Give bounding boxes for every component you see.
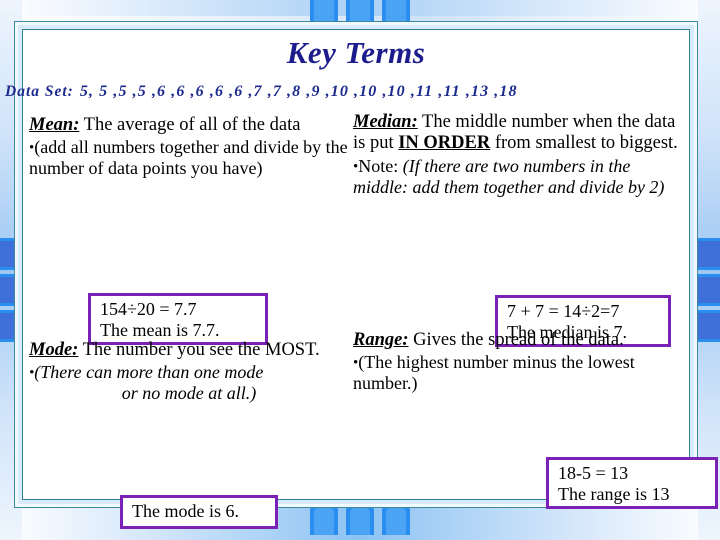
median-block: Median: The middle number when the data … — [353, 112, 689, 198]
range-term-name: Range: — [353, 330, 409, 350]
mean-answer-line1: 154÷20 = 7.7 — [100, 299, 197, 319]
range-definition: Gives the spread of the data. — [413, 330, 624, 350]
mean-heading: Mean: The average of all of the data — [29, 115, 349, 136]
mode-bullet-line2: or no mode at all.) — [121, 383, 257, 404]
median-term-name: Median: — [353, 112, 418, 132]
range-block: Range: Gives the spread of the data. •(T… — [353, 330, 689, 394]
mean-definition: The average of all of the data — [83, 115, 301, 135]
mode-bullet-text1: (There can more than one mode — [34, 362, 264, 383]
mode-answer-box: The mode is 6. — [120, 495, 278, 529]
mean-block: Mean: The average of all of the data •(a… — [29, 115, 349, 179]
mean-answer-line2: The mean is 7.7. — [100, 320, 220, 341]
data-set-label: Data Set: — [5, 83, 74, 100]
data-set-values: 5, 5 ,5 ,5 ,6 ,6 ,6 ,6 ,6 ,7 ,7 ,8 ,9 ,1… — [79, 83, 518, 100]
mode-definition: The number you see the MOST. — [82, 340, 320, 360]
top-edge-gradient — [0, 0, 720, 16]
median-bullet: •Note: (If there are two numbers in the … — [353, 156, 689, 198]
mode-block: Mode: The number you see the MOST. •(The… — [29, 340, 349, 404]
mean-bullet-text: (add all numbers together and divide by … — [29, 137, 348, 179]
median-bullet-text: (If there are two numbers in the middle:… — [353, 155, 665, 197]
median-definition-part2: from smallest to biggest. — [490, 133, 678, 154]
median-heading: Median: The middle number when the data … — [353, 112, 689, 155]
mean-answer-box: 154÷20 = 7.7 The mean is 7.7. — [88, 293, 268, 345]
range-bullet: •(The highest number minus the lowest nu… — [353, 352, 689, 394]
page-title: Key Terms — [286, 35, 426, 70]
mode-bullet-line1: •(There can more than one mode — [29, 362, 349, 383]
median-definition-emphasis: IN ORDER — [398, 133, 491, 154]
mode-heading: Mode: The number you see the MOST. — [29, 340, 349, 361]
range-answer-line1: 18-5 = 13 — [558, 463, 629, 483]
data-set-line: Data Set: 5, 5 ,5 ,5 ,6 ,6 ,6 ,6 ,6 ,7 ,7… — [5, 83, 720, 101]
slide-canvas: Key Terms Data Set: 5, 5 ,5 ,5 ,6 ,6 ,6 ,… — [0, 0, 720, 540]
slide-content: Key Terms Data Set: 5, 5 ,5 ,5 ,6 ,6 ,6 ,… — [5, 30, 718, 529]
mode-answer-line1: The mode is 6. — [132, 501, 239, 521]
range-bullet-text: (The highest number minus the lowest num… — [353, 352, 635, 394]
median-answer-line1: 7 + 7 = 14÷2=7 — [507, 301, 620, 321]
mean-bullet: •(add all numbers together and divide by… — [29, 137, 349, 179]
bottom-edge-gradient — [0, 506, 720, 540]
range-heading: Range: Gives the spread of the data. — [353, 330, 689, 351]
median-bullet-label: Note: — [358, 155, 399, 176]
range-answer-box: 18-5 = 13 The range is 13 — [546, 457, 718, 509]
mean-term-name: Mean: — [29, 115, 80, 135]
mode-term-name: Mode: — [29, 340, 79, 360]
range-answer-line2: The range is 13 — [558, 484, 670, 505]
